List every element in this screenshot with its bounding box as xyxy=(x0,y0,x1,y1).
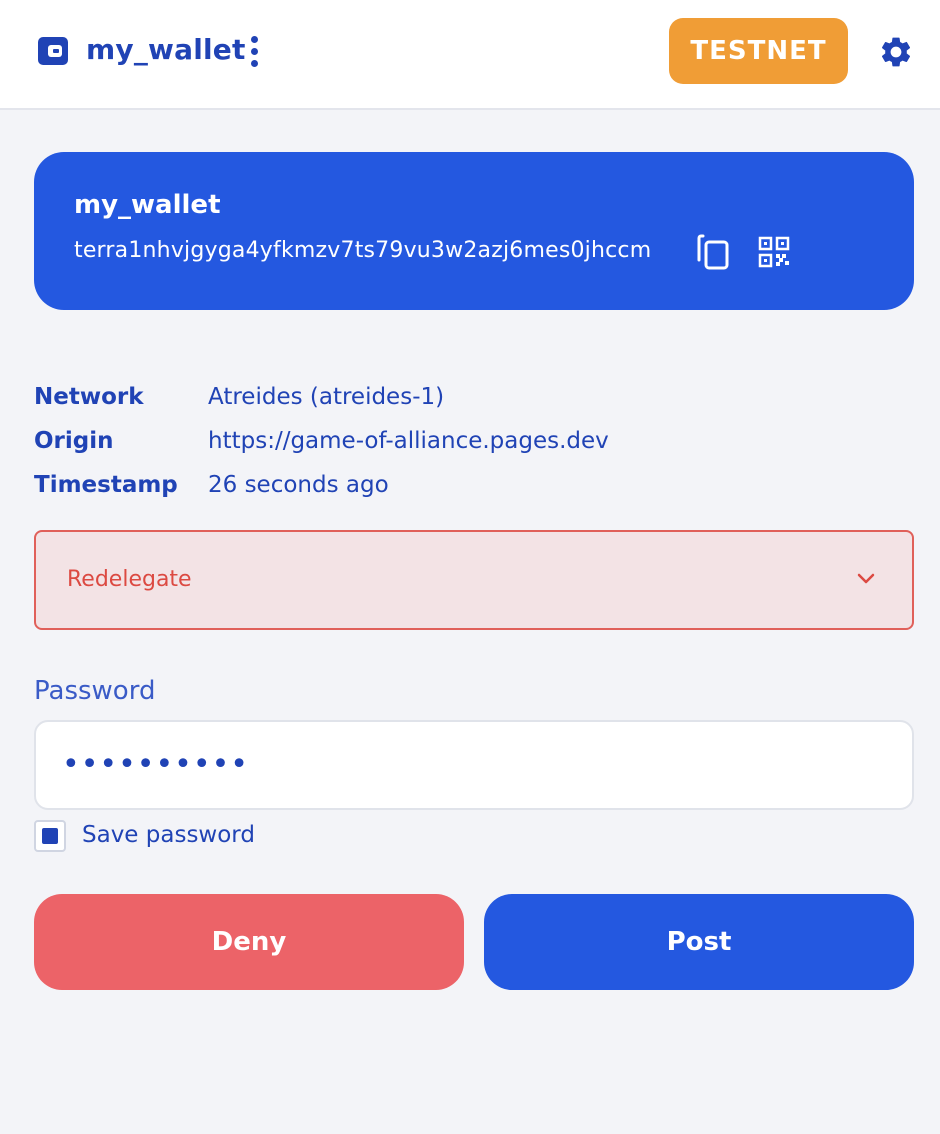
testnet-badge[interactable]: TESTNET xyxy=(669,18,848,84)
wallet-address: terra1nhvjgyga4yfkmzv7ts79vu3w2azj6mes0j… xyxy=(74,238,652,263)
detail-value: Atreides (atreides-1) xyxy=(208,384,445,410)
save-password-checkbox[interactable] xyxy=(34,820,66,852)
message-type-label: Redelegate xyxy=(67,567,192,592)
password-input[interactable]: •••••••••• xyxy=(34,720,914,810)
password-label: Password xyxy=(34,676,156,706)
detail-label: Timestamp xyxy=(34,472,178,498)
more-vertical-icon[interactable] xyxy=(246,36,262,68)
message-dropdown[interactable]: Redelegate xyxy=(34,530,914,630)
wallet-card: my_wallet terra1nhvjgyga4yfkmzv7ts79vu3w… xyxy=(34,152,914,310)
gear-icon[interactable] xyxy=(878,34,914,70)
detail-label: Origin xyxy=(34,428,114,454)
card-wallet-name: my_wallet xyxy=(74,190,221,220)
detail-label: Network xyxy=(34,384,144,410)
wallet-name[interactable]: my_wallet xyxy=(86,33,246,66)
qr-code-icon[interactable] xyxy=(758,236,790,268)
checkbox-checked-indicator xyxy=(42,828,58,844)
copy-icon[interactable] xyxy=(697,234,731,270)
chevron-down-icon xyxy=(857,573,875,584)
header: my_wallet TESTNET xyxy=(0,0,940,110)
post-button[interactable]: Post xyxy=(484,894,914,990)
wallet-icon xyxy=(38,37,68,65)
deny-button[interactable]: Deny xyxy=(34,894,464,990)
detail-value: 26 seconds ago xyxy=(208,472,389,498)
detail-value: https://game-of-alliance.pages.dev xyxy=(208,428,609,454)
save-password-label[interactable]: Save password xyxy=(82,822,255,848)
